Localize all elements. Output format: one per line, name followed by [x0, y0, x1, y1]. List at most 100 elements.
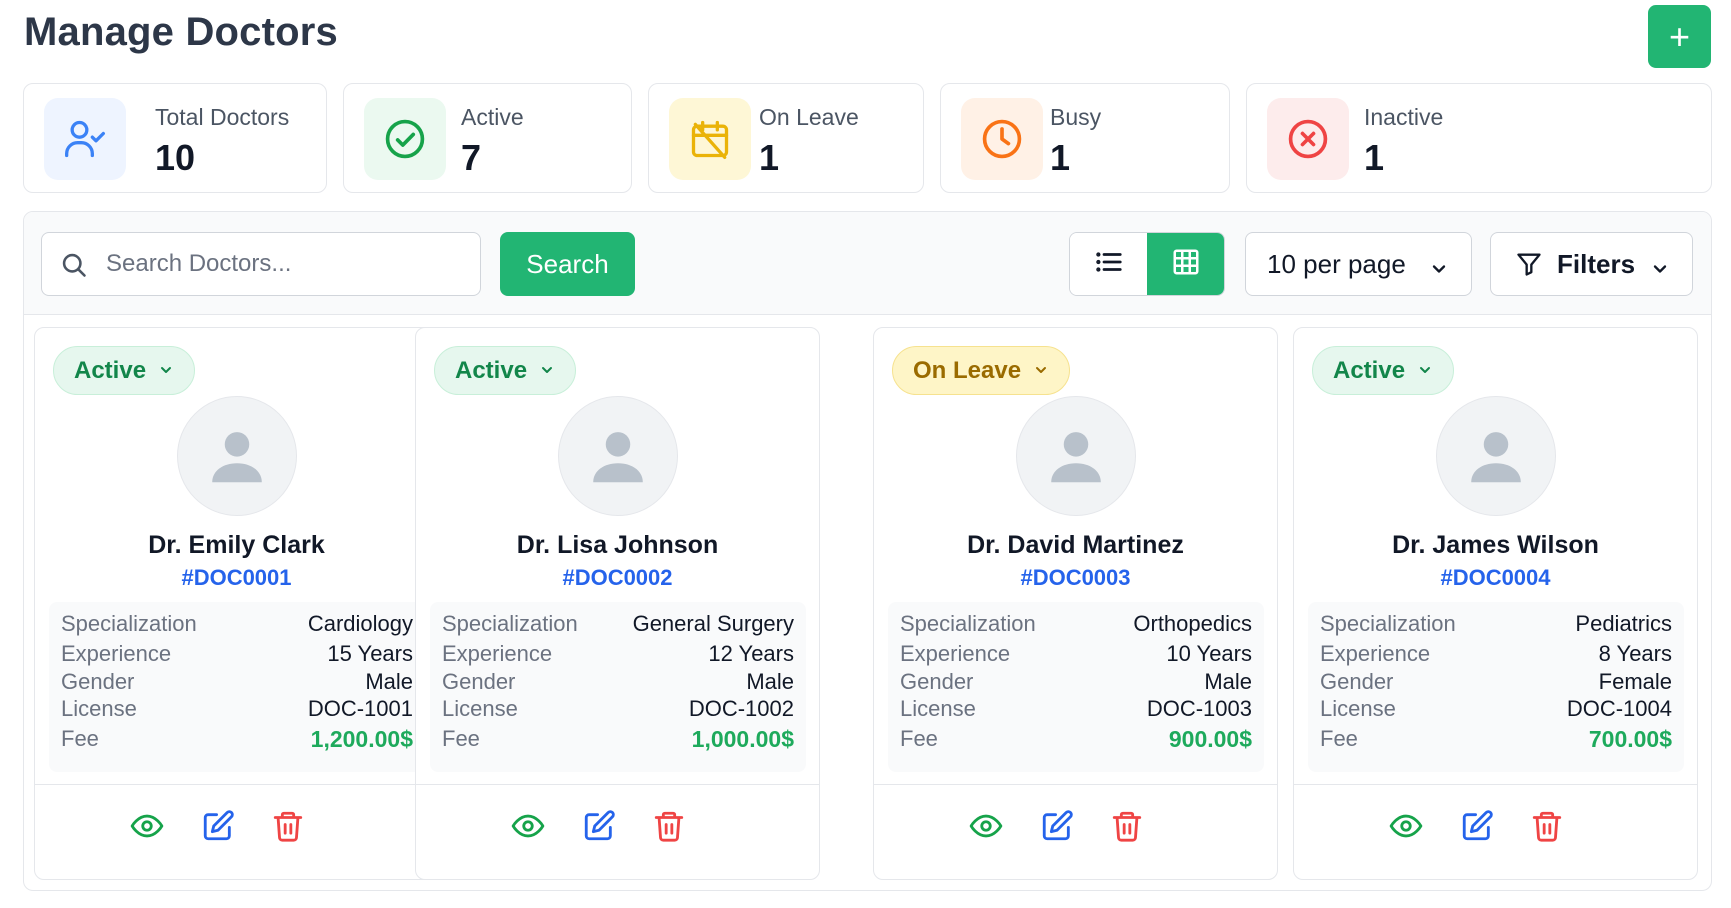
detail-row-specialization: Specialization Cardiology: [61, 611, 413, 636]
status-badge-dropdown[interactable]: Active: [1312, 346, 1455, 395]
stat-value: 1: [1050, 137, 1071, 178]
status-label: Active: [1333, 356, 1406, 384]
doctor-name: Dr. James Wilson: [1392, 531, 1599, 559]
delete-button[interactable]: [649, 806, 689, 846]
filters-label: Filters: [1557, 248, 1636, 279]
detail-row-gender: Gender Male: [900, 669, 1252, 694]
detail-row-gender: Gender Male: [442, 669, 794, 694]
card-divider: [1294, 784, 1697, 785]
doctor-details: Specialization Cardiology Experience 15 Ye…: [49, 602, 425, 772]
user-avatar-icon: [593, 432, 643, 483]
detail-row-license: License DOC-1002: [442, 696, 794, 721]
eye-icon: [969, 814, 1003, 838]
eye-icon: [1389, 814, 1423, 838]
chevron-down-icon: [1417, 357, 1433, 385]
detail-row-license: License DOC-1001: [61, 696, 413, 721]
doctor-name: Dr. Emily Clark: [148, 531, 325, 559]
detail-row-gender: Gender Male: [61, 669, 413, 694]
chevron-down-icon: [158, 357, 174, 385]
edit-icon: [203, 810, 234, 841]
trash-icon: [1532, 811, 1562, 842]
detail-row-specialization: Specialization General Surgery: [442, 611, 794, 636]
stat-label: Busy: [1050, 104, 1102, 130]
delete-button[interactable]: [268, 806, 308, 846]
stat-card-active: Active 7: [343, 83, 632, 193]
doctor-id: #DOC0001: [181, 565, 292, 590]
detail-row-license: License DOC-1004: [1320, 696, 1672, 721]
doctor-id: #DOC0004: [1440, 565, 1551, 590]
trash-icon: [273, 811, 303, 842]
avatar: [558, 396, 678, 516]
user-avatar-icon: [1471, 432, 1521, 483]
avatar: [1016, 396, 1136, 516]
detail-row-experience: Experience 15 Years: [61, 641, 413, 666]
status-label: Active: [74, 356, 147, 384]
doctor-details: Specialization Pediatrics Experience 8 Yea…: [1308, 602, 1684, 772]
card-actions: [416, 798, 819, 858]
search-input[interactable]: [106, 245, 466, 283]
doctor-id: #DOC0002: [562, 565, 673, 590]
doctor-details: Specialization General Surgery Experience…: [430, 602, 806, 772]
detail-row-license: License DOC-1003: [900, 696, 1252, 721]
stat-label: Active: [461, 104, 524, 130]
card-actions: [1294, 798, 1697, 858]
user-check-icon: [44, 98, 126, 180]
search-button[interactable]: Search: [500, 232, 635, 296]
stat-label: Total Doctors: [155, 104, 290, 130]
chevron-down-icon: [1650, 255, 1670, 286]
doctor-card: Active Dr. Emily Clark #DOC0001 Speciali…: [34, 327, 439, 880]
avatar: [1436, 396, 1556, 516]
chevron-down-icon: [539, 357, 555, 385]
edit-icon: [1042, 810, 1073, 841]
doctor-card: Active Dr. Lisa Johnson #DOC0002 Special…: [415, 327, 820, 880]
filter-icon: [1515, 250, 1543, 278]
detail-row-experience: Experience 10 Years: [900, 641, 1252, 666]
list-view-button[interactable]: [1070, 233, 1148, 295]
toolbar: Search 10 per page Filters: [24, 212, 1711, 315]
edit-button[interactable]: [198, 806, 238, 846]
search-box[interactable]: [41, 232, 481, 296]
view-toggle: [1069, 232, 1225, 296]
detail-row-gender: Gender Female: [1320, 669, 1672, 694]
per-page-label: 10 per page: [1267, 248, 1406, 279]
stat-value: 1: [1364, 137, 1385, 178]
edit-icon: [1462, 810, 1493, 841]
card-divider: [416, 784, 819, 785]
delete-button[interactable]: [1527, 806, 1567, 846]
x-circle-icon: [1267, 98, 1349, 180]
edit-button[interactable]: [579, 806, 619, 846]
view-button[interactable]: [508, 806, 548, 846]
search-icon: [60, 251, 88, 284]
card-actions: [35, 798, 438, 858]
chevron-down-icon: [1033, 357, 1049, 385]
stat-value: 7: [461, 137, 482, 178]
view-button[interactable]: [1386, 806, 1426, 846]
doctor-name: Dr. David Martinez: [967, 531, 1184, 559]
stat-card-inactive: Inactive 1: [1246, 83, 1712, 193]
page-title: Manage Doctors: [24, 10, 338, 54]
stat-value: 1: [759, 137, 780, 178]
stat-card-on-leave: On Leave 1: [648, 83, 924, 193]
doctor-details: Specialization Orthopedics Experience 10 Y…: [888, 602, 1264, 772]
delete-button[interactable]: [1107, 806, 1147, 846]
card-divider: [874, 784, 1277, 785]
detail-row-fee: Fee 700.00$: [1320, 726, 1672, 752]
status-badge-dropdown[interactable]: Active: [53, 346, 196, 395]
status-badge-dropdown[interactable]: Active: [434, 346, 577, 395]
filters-dropdown[interactable]: Filters: [1490, 232, 1693, 296]
view-button[interactable]: [966, 806, 1006, 846]
detail-row-specialization: Specialization Orthopedics: [900, 611, 1252, 636]
list-icon: [1094, 247, 1124, 282]
user-avatar-icon: [212, 432, 262, 483]
per-page-select[interactable]: 10 per page: [1245, 232, 1472, 296]
view-button[interactable]: [127, 806, 167, 846]
check-circle-icon: [364, 98, 446, 180]
card-actions: [874, 798, 1277, 858]
status-badge-dropdown[interactable]: On Leave: [892, 346, 1071, 395]
edit-button[interactable]: [1037, 806, 1077, 846]
calendar-off-icon: [669, 98, 751, 180]
card-divider: [35, 784, 438, 785]
edit-button[interactable]: [1457, 806, 1497, 846]
grid-view-button[interactable]: [1147, 233, 1224, 295]
add-doctor-button[interactable]: +: [1648, 5, 1711, 68]
